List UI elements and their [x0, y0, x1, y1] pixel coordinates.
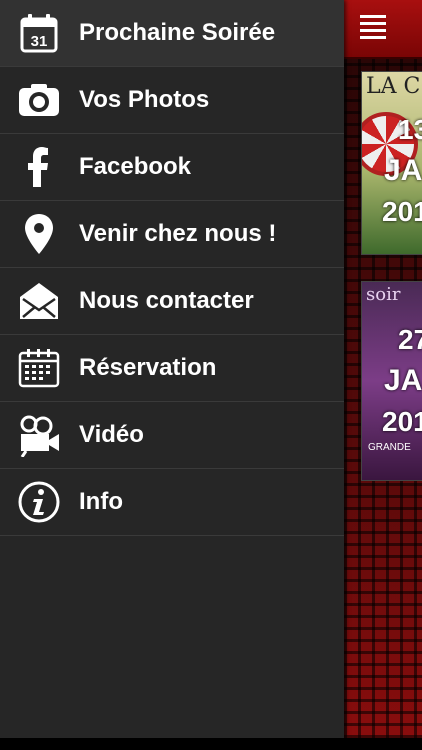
menu-label: Info: [79, 488, 123, 515]
menu-label: Réservation: [79, 354, 217, 381]
menu-item-info[interactable]: Info: [0, 469, 344, 536]
hamburger-icon[interactable]: [360, 15, 386, 39]
event-year: 201: [382, 406, 422, 437]
event-footer: GRANDE: [368, 442, 411, 453]
bottom-bar: [0, 738, 422, 750]
menu-label: Facebook: [79, 153, 192, 180]
video-camera-icon: [16, 412, 62, 458]
event-card[interactable]: soir 27 JA 201 GRANDE: [361, 281, 422, 481]
menu-label: Prochaine Soirée: [79, 19, 276, 46]
event-card[interactable]: LA C 13 JA 201: [361, 71, 422, 255]
app-content: LA C 13 JA 201 soir 27 JA 201 GRANDE: [344, 59, 422, 738]
event-day: 13: [398, 114, 422, 145]
camera-icon: [16, 77, 62, 123]
app-header: [344, 0, 422, 59]
info-icon: [16, 479, 62, 525]
map-pin-icon: [16, 211, 62, 257]
menu-item-facebook[interactable]: Facebook: [0, 134, 344, 201]
menu-item-prochaine-soiree[interactable]: 31 Prochaine Soirée: [0, 0, 344, 67]
menu-label: Vidéo: [79, 421, 144, 448]
envelope-icon: [16, 278, 62, 324]
menu-item-nous-contacter[interactable]: Nous contacter: [0, 268, 344, 335]
menu-label: Nous contacter: [79, 287, 254, 314]
menu-item-venir-chez-nous[interactable]: Venir chez nous !: [0, 201, 344, 268]
calendar-number: 31: [31, 33, 48, 50]
side-menu-drawer: 31 Prochaine Soirée Vos Photos Facebook: [0, 0, 344, 738]
menu-item-video[interactable]: Vidéo: [0, 402, 344, 469]
event-title: soir: [366, 284, 401, 305]
facebook-icon: [16, 144, 62, 190]
menu-label: Venir chez nous !: [79, 220, 277, 247]
menu-item-reservation[interactable]: Réservation: [0, 335, 344, 402]
event-day: 27: [398, 324, 422, 355]
event-month: JA: [384, 364, 422, 397]
menu-label: Vos Photos: [79, 86, 210, 113]
event-title: LA C: [366, 74, 421, 99]
event-month: JA: [384, 154, 422, 187]
event-year: 201: [382, 196, 422, 227]
calendar-grid-icon: [16, 345, 62, 391]
calendar-icon: 31: [16, 10, 62, 56]
menu-item-vos-photos[interactable]: Vos Photos: [0, 67, 344, 134]
